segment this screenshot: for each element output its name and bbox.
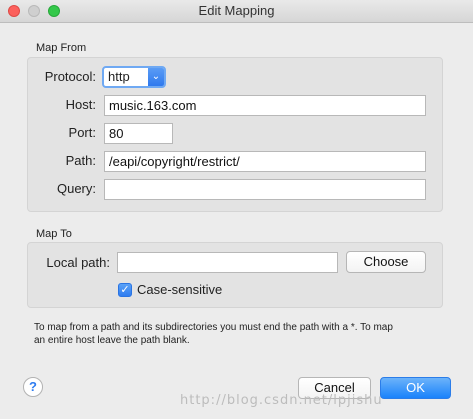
query-field[interactable] xyxy=(104,179,426,200)
case-sensitive-checkbox[interactable]: ✓ xyxy=(118,283,132,297)
protocol-select[interactable]: http ⌄ xyxy=(102,66,166,88)
choose-button[interactable]: Choose xyxy=(346,251,426,273)
protocol-value: http xyxy=(108,69,130,84)
help-text-line-1: To map from a path and its subdirectorie… xyxy=(34,322,393,333)
ok-button[interactable]: OK xyxy=(380,377,451,399)
path-label: Path: xyxy=(65,153,96,168)
port-field[interactable]: 80 xyxy=(104,123,173,144)
title-bar: Edit Mapping xyxy=(0,0,473,23)
local-path-field[interactable] xyxy=(117,252,338,273)
window-title: Edit Mapping xyxy=(198,3,275,18)
watermark: http://blog.csdn.net/lpjishu xyxy=(180,393,383,408)
local-path-label: Local path: xyxy=(46,255,110,270)
query-label: Query: xyxy=(56,181,96,196)
path-field[interactable]: /eapi/copyright/restrict/ xyxy=(104,151,426,172)
map-to-label: Map To xyxy=(36,228,72,240)
case-sensitive-label: Case-sensitive xyxy=(137,282,223,297)
chevron-down-icon: ⌄ xyxy=(148,68,164,86)
map-from-label: Map From xyxy=(36,42,87,54)
help-button[interactable]: ? xyxy=(23,377,43,397)
port-label: Port: xyxy=(68,125,96,140)
host-field[interactable]: music.163.com xyxy=(104,95,426,116)
help-text-line-2: an entire host leave the path blank. xyxy=(34,335,190,346)
host-label: Host: xyxy=(65,97,96,112)
edit-mapping-dialog: Edit Mapping Map From Protocol: http ⌄ H… xyxy=(0,0,473,419)
protocol-label: Protocol: xyxy=(44,69,96,84)
